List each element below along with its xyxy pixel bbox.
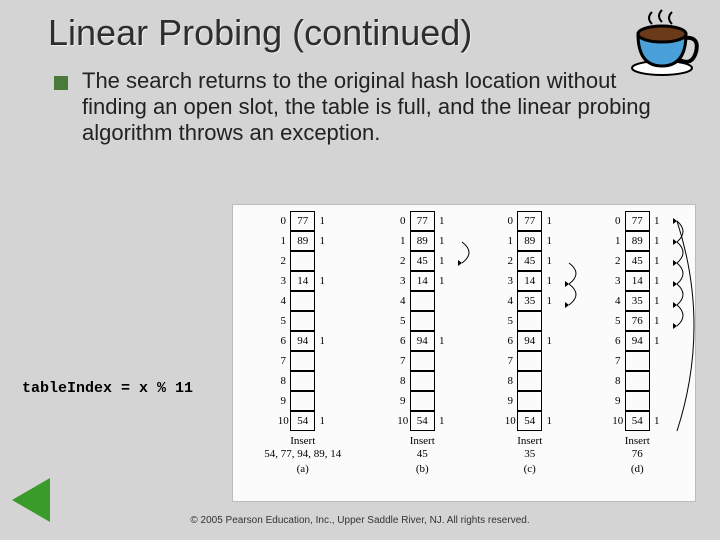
body-text: The search returns to the original hash … <box>82 68 684 146</box>
copyright-footer: © 2005 Pearson Education, Inc., Upper Sa… <box>0 515 720 526</box>
bullet-row: The search returns to the original hash … <box>0 54 720 146</box>
hash-column-2: 077118912451314143515694178910541Insert3… <box>503 211 556 475</box>
hash-column-3: 077118912451314143515761694178910541Inse… <box>611 211 664 475</box>
hash-column-1: 077118912451314145694178910541Insert45(b… <box>396 211 449 475</box>
bullet-icon <box>54 76 68 90</box>
teacup-illustration <box>614 6 700 80</box>
hash-column-0: 077118912314145694178910541Insert54, 77,… <box>264 211 341 475</box>
formula-text: tableIndex = x % 11 <box>22 380 193 397</box>
hash-table-diagram: 077118912314145694178910541Insert54, 77,… <box>232 204 696 502</box>
slide-title: Linear Probing (continued) <box>0 0 720 54</box>
